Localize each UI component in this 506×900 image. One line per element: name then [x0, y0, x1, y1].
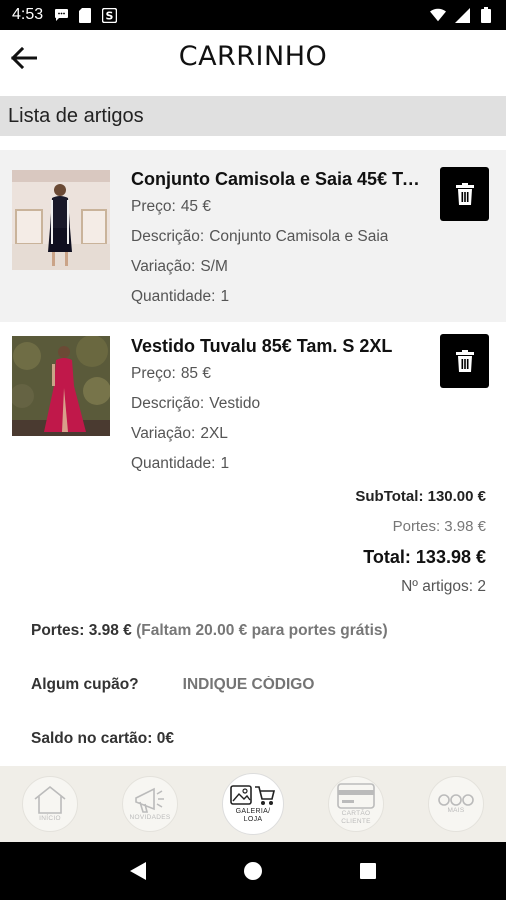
quantity-label: Quantidade: [131, 288, 216, 305]
variation-row: Variação: 2XL [131, 419, 421, 449]
quantity-row: Quantidade: 1 [131, 449, 421, 479]
free-shipping-note: (Faltam 20.00 € para portes grátis) [136, 622, 388, 639]
system-nav-bar [0, 842, 506, 900]
nav-news[interactable]: NOVIDADES [122, 776, 178, 832]
chat-icon [53, 7, 69, 23]
price-value: 45 € [180, 198, 211, 215]
home-icon [34, 785, 66, 814]
coupon-input[interactable] [182, 676, 383, 694]
product-name: Conjunto Camisola e Saia 45€ Tam. S/M [131, 169, 421, 189]
square-recents-icon [360, 863, 377, 879]
item-count: Nº artigos: 2 [401, 578, 486, 595]
nav-home[interactable]: INÍCIO [22, 776, 78, 832]
system-home-button[interactable] [239, 857, 267, 885]
shipping-info: Portes: 3.98 € (Faltam 20.00 € para port… [31, 622, 388, 640]
price-value: 85 € [180, 365, 211, 382]
nav-gallery-shop[interactable]: GALERIA/ LOJA [222, 773, 284, 835]
subtotal: SubTotal: 130.00 € [355, 488, 486, 505]
product-image[interactable] [12, 336, 110, 436]
status-time: 4:53 [12, 6, 44, 23]
megaphone-icon [135, 787, 164, 813]
product-image[interactable] [12, 170, 110, 270]
page-title: CARRINHO [178, 41, 328, 72]
quantity-row: Quantidade: 1 [131, 282, 421, 312]
description-label: Descrição: [131, 395, 205, 412]
price-row: Preço: 45 € [131, 192, 421, 222]
cart-item[interactable]: Conjunto Camisola e Saia 45€ Tam. S/M Pr… [0, 150, 506, 322]
nav-home-label: INÍCIO [39, 815, 61, 822]
system-back-button[interactable] [124, 857, 152, 885]
quantity-label: Quantidade: [131, 455, 216, 472]
nav-news-label: NOVIDADES [129, 814, 171, 821]
trash-icon [455, 183, 474, 205]
nav-gallery-label: GALERIA/ LOJA [235, 808, 271, 823]
nav-client-card[interactable]: CARTÃO CLIENTE [328, 776, 384, 832]
shipping-cost: Portes: 3.98 € [392, 518, 486, 535]
section-header: Lista de artigos [0, 96, 506, 136]
price-row: Preço: 85 € [131, 359, 421, 389]
circle-home-icon [243, 862, 262, 880]
sim-card-icon [77, 7, 93, 23]
quantity-value: 1 [220, 455, 230, 472]
order-totals: SubTotal: 130.00 € Portes: 3.98 € Total:… [186, 482, 486, 602]
card-icon [337, 783, 375, 809]
bottom-nav: INÍCIO NOVIDADES GALERIA/ LOJA CARTÃO CL… [0, 766, 506, 842]
delete-item-button[interactable] [440, 334, 489, 388]
description-value: Conjunto Camisola e Saia [209, 228, 389, 245]
variation-label: Variação: [131, 258, 196, 275]
svg-text:S: S [105, 9, 113, 22]
variation-label: Variação: [131, 425, 196, 442]
coupon-label: Algum cupão? [31, 676, 139, 693]
app-bar: CARRINHO [0, 30, 506, 86]
system-recents-button[interactable] [354, 857, 382, 885]
description-value: Vestido [209, 395, 261, 412]
delete-item-button[interactable] [440, 167, 489, 221]
description-label: Descrição: [131, 228, 205, 245]
price-label: Preço: [131, 198, 176, 215]
nav-more-label: MAIS [447, 807, 465, 814]
variation-value: S/M [200, 258, 228, 275]
gallery-cart-icon [230, 785, 276, 805]
battery-icon [478, 7, 494, 23]
shipping-label: Portes: 3.98 € [31, 622, 132, 639]
variation-value: 2XL [200, 425, 228, 442]
s-app-icon: S [101, 7, 117, 23]
coupon-row: Algum cupão? [31, 676, 383, 694]
signal-icon [454, 7, 470, 23]
more-icon [438, 794, 474, 806]
price-label: Preço: [131, 365, 176, 382]
triangle-back-icon [129, 862, 146, 880]
nav-card-label: CARTÃO CLIENTE [341, 810, 371, 825]
product-name: Vestido Tuvalu 85€ Tam. S 2XL [131, 336, 393, 356]
quantity-value: 1 [220, 288, 230, 305]
card-balance: Saldo no cartão: 0€ [31, 730, 174, 747]
description-row: Descrição: Vestido [131, 389, 421, 419]
wifi-icon [430, 7, 446, 23]
cart-item[interactable]: Vestido Tuvalu 85€ Tam. S 2XL Preço: 85 €… [0, 322, 506, 480]
status-bar: 4:53 S [0, 0, 506, 30]
variation-row: Variação: S/M [131, 252, 421, 282]
trash-icon [455, 350, 474, 372]
order-total: Total: 133.98 € [363, 547, 486, 567]
description-row: Descrição: Conjunto Camisola e Saia [131, 222, 421, 252]
nav-more[interactable]: MAIS [428, 776, 484, 832]
